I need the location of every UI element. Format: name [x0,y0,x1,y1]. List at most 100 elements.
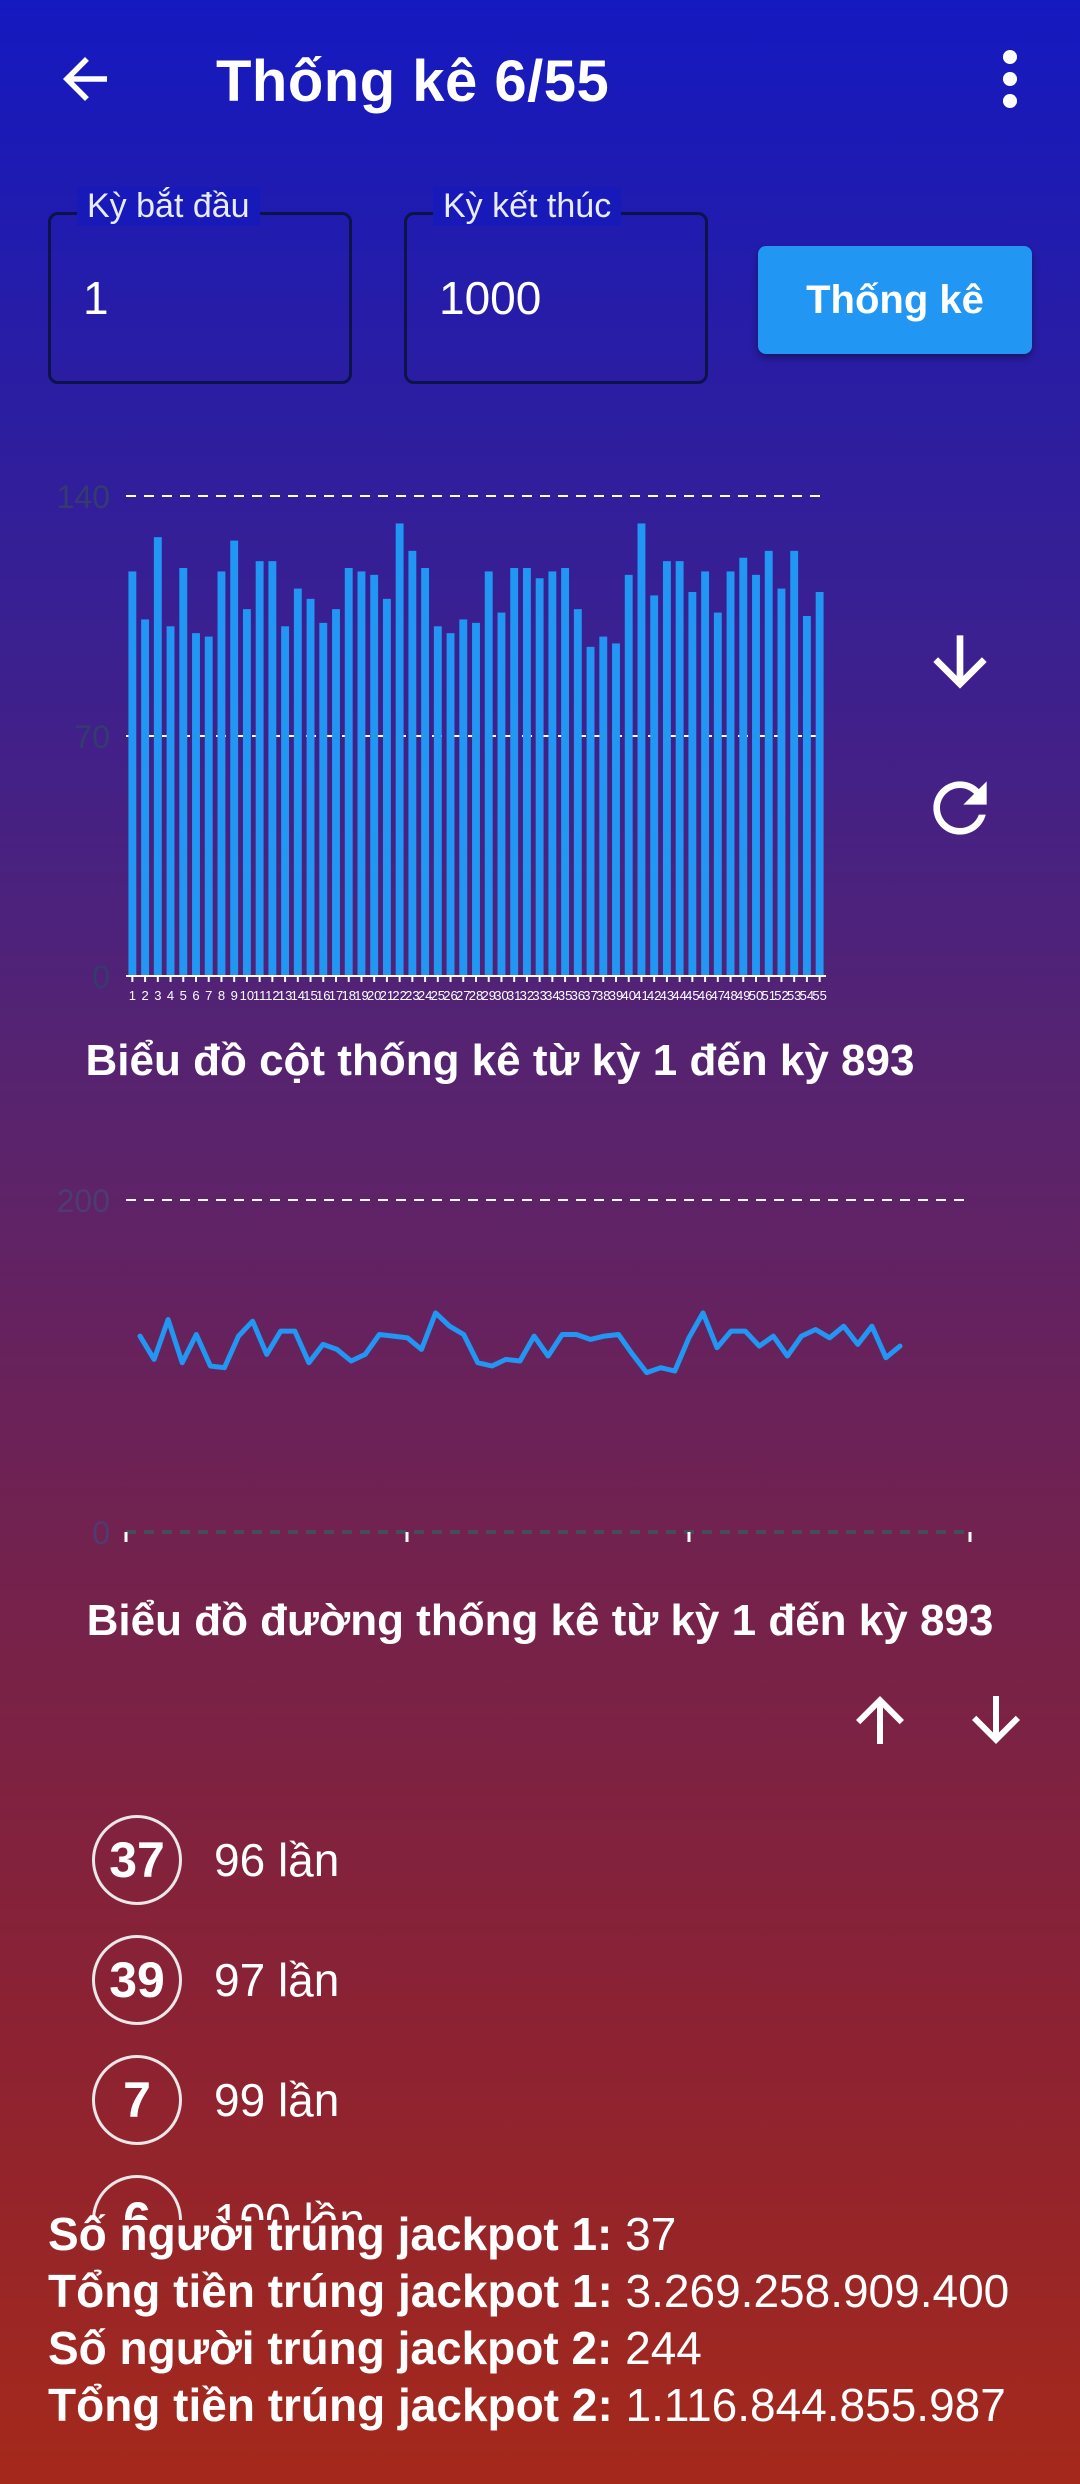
jackpot2-winners-value: 244 [612,2322,702,2374]
bar [573,609,582,976]
jackpot2-total-value: 1.116.844.855.987 [612,2379,1006,2431]
frequency-count: 97 lần [214,1954,340,2006]
more-options-button[interactable] [990,46,1030,112]
bar-x-tick-label: 5 [180,988,187,1003]
more-vert-icon [1002,49,1018,109]
bar [726,571,735,976]
bar-x-tick-label: 3 [154,988,161,1003]
bar [739,557,748,976]
bar-x-tick-label: 4 [167,988,174,1003]
bar-x-tick-label: 7 [205,988,212,1003]
bar [650,595,659,976]
bar [535,578,544,976]
bar [586,646,595,976]
bar [790,550,799,976]
bar [675,561,684,976]
jackpot1-winners-label: Số người trúng jackpot 1: [48,2208,613,2260]
bar-x-tick-label: 1 [129,988,136,1003]
jackpot-summary: Số người trúng jackpot 1: 37 Tổng tiền t… [48,2206,1058,2434]
back-button[interactable] [52,46,118,112]
line-chart: 0 200 [57,1183,972,1551]
bar [764,550,773,976]
line-y-tick-label: 200 [57,1183,110,1219]
bar [395,523,404,976]
bar [281,626,290,976]
jackpot2-winners-label: Số người trúng jackpot 2: [48,2322,613,2374]
bar [370,574,379,976]
bar-chart: 0701401 2 3 4 5 6 7 8 9 1011121314151617181920212… [57,479,827,1003]
bar [421,568,430,976]
list-item[interactable]: 39 97 lần [92,1932,339,2028]
bar [815,592,824,976]
list-item[interactable]: 7 99 lần [92,2052,339,2148]
statistics-button[interactable]: Thống kê [758,246,1032,354]
refresh-button[interactable] [920,768,1000,848]
bar [612,643,620,976]
end-period-input[interactable] [439,271,679,325]
bar-y-tick-label: 70 [74,719,110,755]
bar-chart-caption: Biểu đồ cột thống kê từ kỳ 1 đến kỳ 893 [85,1036,915,1085]
start-period-label: Kỳ bắt đầu [77,187,260,226]
bar [382,598,391,976]
bar [446,633,455,976]
frequency-count: 96 lần [214,1834,340,1886]
bar [319,622,328,976]
bar [293,588,302,976]
bar [510,568,519,976]
jackpot1-total-value: 3.269.258.909.400 [612,2265,1010,2317]
end-period-label: Kỳ kết thúc [433,187,622,226]
bar-y-tick-label: 0 [92,959,110,995]
bar [599,636,608,976]
end-period-field[interactable]: Kỳ kết thúc [404,187,708,384]
number-ball: 39 [92,1935,182,2025]
bar-x-tick-label: 8 [218,988,225,1003]
arrow-back-icon [63,57,107,101]
refresh-icon [933,781,987,835]
jackpot1-winners-row: Số người trúng jackpot 1: 37 [48,2206,1058,2263]
line-series [137,1310,903,1376]
line-y-tick-label: 0 [92,1515,110,1551]
jackpot1-total-label: Tổng tiền trúng jackpot 1: [48,2265,613,2317]
bar [141,619,150,976]
jackpot1-winners-value: 37 [612,2208,677,2260]
bar [166,626,175,976]
download-button[interactable] [920,622,1000,702]
bar [624,574,633,976]
bar [777,588,786,976]
bar [637,523,646,976]
sort-ascending-button[interactable] [844,1684,916,1756]
bar-y-tick-label: 140 [57,479,110,515]
arrow-down-icon [933,635,987,689]
bar [268,561,277,976]
app-bar: Thống kê 6/55 [0,0,1080,170]
bar [802,616,811,976]
bar [472,622,480,976]
bar [433,626,442,976]
line-chart-caption: Biểu đồ đường thống kê từ kỳ 1 đến kỳ 89… [86,1596,994,1645]
jackpot1-total-row: Tổng tiền trúng jackpot 1: 3.269.258.909… [48,2263,1058,2320]
jackpot2-total-row: Tổng tiền trúng jackpot 2: 1.116.844.855… [48,2377,1058,2434]
bar [662,561,671,976]
frequency-list[interactable]: 37 96 lần 39 97 lần 7 99 lần 6 100 lần [0,1800,1080,2220]
bar-x-tick-label: 9 [231,988,238,1003]
bar [204,636,213,976]
bar [306,598,315,976]
bar [192,633,200,976]
bar [548,571,557,976]
bar [522,568,531,976]
number-ball: 37 [92,1815,182,1905]
bar-x-tick-label: 55 [812,988,826,1003]
list-item[interactable]: 37 96 lần [92,1812,339,1908]
bar [713,612,722,976]
frequency-count: 99 lần [214,2074,340,2126]
bar [153,537,162,976]
bar [701,571,710,976]
bar [561,568,570,976]
bar [408,550,417,976]
bar [344,568,353,976]
start-period-input[interactable] [83,271,323,325]
start-period-field[interactable]: Kỳ bắt đầu [48,187,352,384]
bar-x-tick-label: 6 [192,988,199,1003]
sort-descending-button[interactable] [960,1684,1032,1756]
jackpot2-total-label: Tổng tiền trúng jackpot 2: [48,2379,613,2431]
